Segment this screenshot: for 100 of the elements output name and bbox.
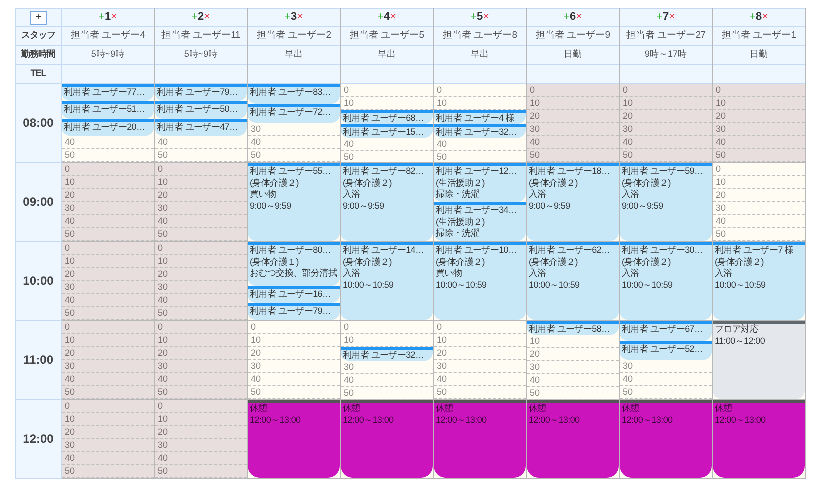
remove-button[interactable]: ×	[204, 9, 210, 26]
visit-card[interactable]: 利用者 ユーザー12… (生活援助２) 掃除・洗濯	[434, 163, 526, 202]
minute-label: 10	[65, 256, 76, 266]
service-detail: 掃除・洗濯	[436, 189, 480, 200]
minute-label: 50	[716, 150, 726, 160]
visit-card[interactable]: 利用者 ユーザー15…	[341, 124, 433, 138]
staff-name: 担当者 ユーザー1	[722, 28, 796, 43]
service-type: (身体介護２)	[529, 178, 578, 189]
visit-card[interactable]: 利用者 ユーザー7 様 (身体介護２) 入浴 10:00～10:59	[713, 242, 805, 320]
work-hours: 早出	[471, 48, 489, 62]
visit-card[interactable]: 利用者 ユーザー16…	[248, 286, 340, 304]
hour-label: 08:00	[23, 115, 54, 132]
remove-button[interactable]: ×	[297, 9, 304, 26]
minute-label: 20	[65, 269, 76, 279]
minute-label: 0	[530, 85, 536, 95]
minute-label: 0	[344, 322, 350, 332]
visit-card[interactable]: 利用者 ユーザー51…	[62, 101, 154, 119]
visit-card[interactable]: 利用者 ユーザー50…	[155, 101, 247, 119]
client-name: 利用者 ユーザー20…	[64, 122, 146, 134]
minute-label: 30	[623, 124, 634, 134]
minute-label: 40	[344, 375, 354, 385]
minute-label: 50	[65, 466, 76, 476]
visit-card[interactable]: 利用者 ユーザー82… (身体介護２) 入浴 9:00～9:59	[341, 163, 433, 241]
visit-card[interactable]: 利用者 ユーザー30… (身体介護２) 入浴 10:00～10:59	[620, 242, 712, 320]
visit-card[interactable]: 利用者 ユーザー62… (身体介護２) 入浴 10:00～10:59	[527, 242, 619, 320]
visit-card[interactable]: 利用者 ユーザー4 様	[434, 110, 526, 124]
visit-card[interactable]: 利用者 ユーザー47…	[155, 118, 247, 136]
service-type: (生活援助２)	[436, 178, 485, 189]
minute-label: 50	[158, 308, 168, 318]
remove-button[interactable]: ×	[483, 9, 490, 26]
minute-label: 40	[623, 137, 634, 147]
minute-label: 0	[158, 243, 164, 253]
minute-label: 10	[158, 414, 168, 424]
visit-time: 9:00～9:59	[250, 200, 292, 212]
visit-card[interactable]: 利用者 ユーザー10… (身体介護２) 買い物 10:00～10:59	[434, 242, 526, 320]
remove-button[interactable]: ×	[576, 9, 582, 26]
task-card[interactable]: フロア対応 11:00～12:00	[713, 321, 805, 399]
remove-button[interactable]: ×	[762, 9, 768, 26]
minute-label: 10	[65, 335, 76, 345]
visit-card[interactable]: 利用者 ユーザー67…	[620, 321, 712, 340]
break-time: 12:00～13:00	[343, 414, 394, 426]
service-type: (身体介護２)	[622, 256, 671, 268]
minute-label: 10	[158, 335, 168, 345]
visit-card[interactable]: 利用者 ユーザー58…	[527, 321, 619, 335]
service-type: (身体介護２)	[622, 178, 671, 189]
visit-card[interactable]: 利用者 ユーザー77…	[62, 84, 154, 102]
minute-label: 30	[623, 361, 634, 371]
work-hours: 5時~9時	[91, 48, 125, 62]
client-name: 利用者 ユーザー59…	[622, 166, 704, 178]
minute-label: 40	[437, 139, 448, 149]
visit-card[interactable]: 利用者 ユーザー52…	[620, 340, 712, 360]
visit-card[interactable]: 利用者 ユーザー14… (身体介護２) 入浴 10:00～10:59	[341, 242, 433, 320]
service-type: (身体介護１)	[250, 256, 299, 268]
visit-card[interactable]: 利用者 ユーザー59… (身体介護２) 入浴 9:00～9:59	[620, 163, 712, 241]
visit-card[interactable]: 利用者 ユーザー18… (身体介護２) 入浴 9:00～9:59	[527, 163, 619, 241]
staff-name: 担当者 ユーザー8	[442, 28, 518, 43]
visit-card[interactable]: 利用者 ユーザー79…	[155, 84, 247, 102]
minute-label: 40	[716, 137, 726, 147]
break-time: 12:00～13:00	[715, 414, 766, 426]
visit-card[interactable]: 利用者 ユーザー20…	[62, 118, 154, 136]
minute-label: 30	[251, 361, 262, 371]
visit-card[interactable]: 利用者 ユーザー32…	[341, 347, 433, 361]
minute-label: 10	[437, 98, 448, 108]
minute-label: 10	[623, 98, 634, 108]
hour-label: 11:00	[23, 352, 54, 369]
visit-card[interactable]: 利用者 ユーザー34… (生活援助２) 掃除・洗濯	[434, 202, 526, 241]
visit-card[interactable]: 利用者 ユーザー83…	[248, 84, 340, 104]
visit-card[interactable]: 利用者 ユーザー68…	[341, 110, 433, 124]
minute-label: 0	[437, 322, 442, 332]
minute-label: 50	[158, 466, 168, 476]
remove-button[interactable]: ×	[111, 9, 118, 26]
add-staff-button[interactable]: +	[30, 10, 47, 24]
remove-button[interactable]: ×	[390, 9, 396, 26]
client-name: 利用者 ユーザー72…	[250, 106, 332, 118]
task-label: フロア対応	[715, 324, 759, 336]
minute-label: 40	[530, 375, 540, 385]
service-type: (身体介護２)	[715, 256, 764, 268]
service-detail: 買い物	[436, 268, 462, 280]
minute-label: 0	[344, 85, 350, 95]
column-number: 4	[384, 10, 390, 26]
minute-label: 0	[251, 322, 256, 332]
visit-card[interactable]: 利用者 ユーザー32…	[434, 124, 526, 138]
minute-label: 40	[344, 139, 354, 149]
visit-card[interactable]: 利用者 ユーザー72…	[248, 104, 340, 123]
client-name: 利用者 ユーザー68…	[343, 113, 424, 124]
visit-card[interactable]: 利用者 ユーザー80… (身体介護１) おむつ交換、部分清拭	[248, 242, 340, 286]
minute-label: 40	[158, 136, 168, 147]
client-name: 利用者 ユーザー55…	[250, 166, 332, 178]
visit-card[interactable]: 利用者 ユーザー55… (身体介護２) 買い物 9:00～9:59	[248, 163, 340, 241]
client-name: 利用者 ユーザー12…	[436, 166, 518, 178]
visit-card[interactable]: 利用者 ユーザー79…	[248, 303, 340, 320]
minute-label: 40	[158, 453, 168, 463]
service-type: (身体介護２)	[529, 256, 578, 268]
client-name: 利用者 ユーザー18…	[529, 166, 610, 178]
row-label: スタッフ	[22, 29, 56, 42]
row-label: 勤務時間	[22, 48, 56, 62]
visit-time: 10:00～10:59	[529, 280, 580, 291]
minute-label: 30	[530, 124, 540, 134]
remove-button[interactable]: ×	[669, 9, 676, 26]
client-name: 利用者 ユーザー32…	[436, 127, 518, 138]
